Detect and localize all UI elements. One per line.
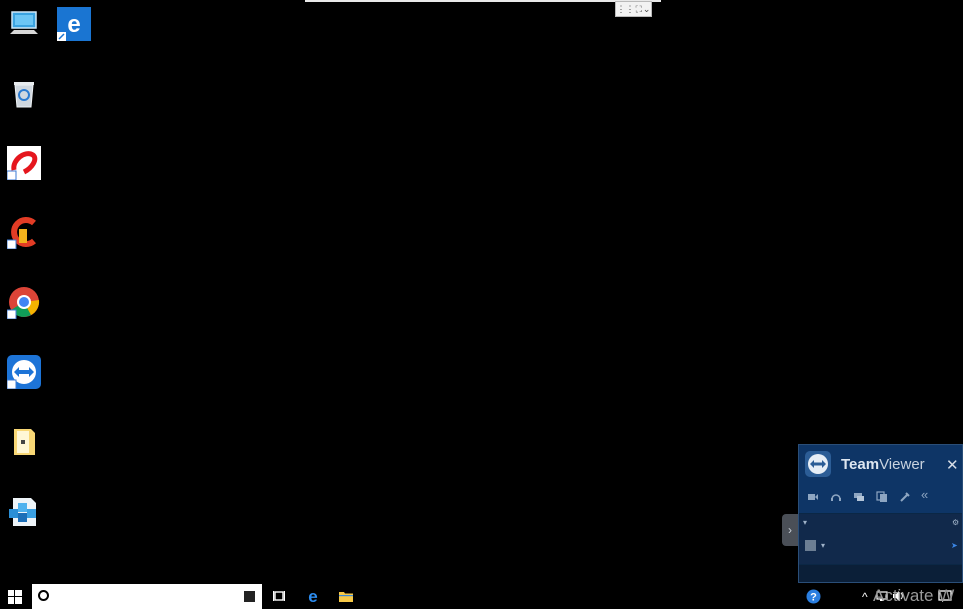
chevron-down-icon[interactable]: ⌄	[643, 4, 651, 14]
folder-shortcut-icon[interactable]	[7, 425, 41, 459]
taskbar: e ? ^	[0, 584, 963, 609]
teamviewer-shortcut-icon[interactable]	[7, 355, 41, 389]
chevron-right-icon: ›	[788, 523, 792, 537]
collapse-icon[interactable]: «	[921, 488, 933, 501]
svg-text:?: ?	[810, 592, 817, 604]
file-explorer-icon[interactable]	[338, 588, 354, 604]
teamviewer-toolbar: «	[799, 483, 962, 513]
user-avatar-icon[interactable]	[805, 540, 816, 551]
teamviewer-panel: TeamViewer ✕ « ▾ ⚙ ▾ ➤	[798, 444, 963, 583]
taskbar-search-box[interactable]	[32, 584, 262, 609]
help-icon[interactable]: ?	[806, 589, 821, 604]
remote-session-top-bar	[305, 0, 661, 2]
package-app-icon[interactable]	[7, 495, 41, 529]
teamviewer-title: TeamViewer	[841, 456, 925, 473]
teamviewer-panel-tab[interactable]: ›	[782, 514, 798, 546]
video-icon[interactable]	[807, 491, 819, 503]
cortana-icon[interactable]	[38, 590, 49, 601]
teamviewer-session-list: ▾ ⚙ ▾ ➤	[799, 514, 962, 564]
dropdown-icon[interactable]: ▾	[803, 518, 807, 527]
chat-icon[interactable]	[853, 491, 865, 503]
chrome-shortcut-icon[interactable]	[7, 285, 41, 319]
pointer-icon[interactable]: ➤	[951, 541, 958, 550]
recycle-bin-icon[interactable]	[7, 77, 41, 111]
svg-text:e: e	[67, 11, 80, 38]
search-stop-icon[interactable]	[244, 591, 255, 602]
close-icon[interactable]: ✕	[946, 456, 959, 474]
files-icon[interactable]	[876, 491, 888, 503]
tools-icon[interactable]	[899, 491, 911, 503]
teamviewer-footer	[799, 565, 962, 582]
activate-windows-watermark: Activate W	[873, 586, 955, 605]
remote-control-toolbar[interactable]: ⋮⋮ ⛶ ⌄	[615, 1, 652, 17]
search-input[interactable]	[56, 587, 242, 606]
edge-taskbar-icon[interactable]: e	[305, 588, 321, 604]
tray-overflow-chevron-icon[interactable]: ^	[862, 590, 868, 604]
user-dropdown-icon[interactable]: ▾	[821, 541, 825, 550]
edge-shortcut-icon[interactable]: e	[57, 7, 91, 41]
teamviewer-logo-icon	[805, 451, 831, 477]
gear-icon[interactable]: ⚙	[952, 518, 959, 527]
fullscreen-icon[interactable]: ⛶	[636, 4, 642, 14]
headset-icon[interactable]	[830, 491, 842, 503]
svg-text:e: e	[308, 588, 317, 604]
this-pc-icon[interactable]	[7, 7, 41, 41]
airtel-shortcut-icon[interactable]	[7, 146, 41, 180]
windows-start-icon[interactable]	[8, 590, 22, 604]
teamviewer-header: TeamViewer ✕	[799, 445, 962, 483]
grip-icon[interactable]: ⋮⋮	[617, 4, 635, 14]
task-view-icon[interactable]	[271, 588, 287, 604]
ccleaner-shortcut-icon[interactable]	[7, 215, 41, 249]
